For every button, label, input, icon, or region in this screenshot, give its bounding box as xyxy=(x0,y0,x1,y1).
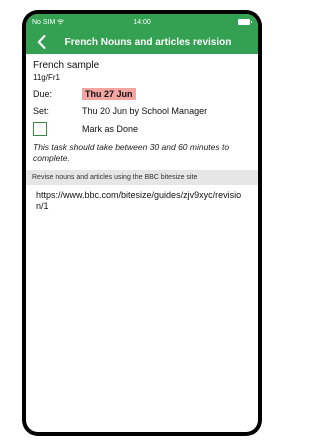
mark-done-label[interactable]: Mark as Done xyxy=(82,124,138,134)
due-date-badge: Thu 27 Jun xyxy=(82,87,136,100)
subject-title: French sample xyxy=(33,60,100,71)
set-row: Set: Thu 20 Jun by School Manager xyxy=(33,104,251,117)
duration-note: This task should take between 30 and 60 … xyxy=(33,142,230,163)
set-value: Thu 20 Jun by School Manager xyxy=(82,105,208,116)
class-group: 11g/Fr1 xyxy=(33,73,60,82)
battery-icon xyxy=(238,19,252,25)
nav-bar: French Nouns and articles revision xyxy=(26,30,258,54)
mark-done-row: Mark as Done xyxy=(33,121,251,137)
due-label: Due: xyxy=(33,88,53,99)
app-screen: No SIM 14:00 French Nouns and articles r… xyxy=(26,14,258,432)
status-bar: No SIM 14:00 xyxy=(26,14,258,30)
resource-heading: Revise nouns and articles using the BBC … xyxy=(26,170,258,185)
mark-done-checkbox[interactable] xyxy=(33,122,47,136)
header: No SIM 14:00 French Nouns and articles r… xyxy=(26,14,258,54)
back-button[interactable] xyxy=(32,32,50,52)
task-details: French sample 11g/Fr1 Due: Thu 27 Jun Se… xyxy=(26,54,258,212)
status-time: 14:00 xyxy=(133,18,151,26)
phone-frame: No SIM 14:00 French Nouns and articles r… xyxy=(22,10,262,436)
resource-link[interactable]: https://www.bbc.com/bitesize/guides/zjv9… xyxy=(33,185,251,212)
due-row: Due: Thu 27 Jun xyxy=(33,87,251,100)
set-label: Set: xyxy=(33,105,50,116)
page-title: French Nouns and articles revision xyxy=(64,36,232,48)
chevron-left-icon xyxy=(37,35,45,49)
